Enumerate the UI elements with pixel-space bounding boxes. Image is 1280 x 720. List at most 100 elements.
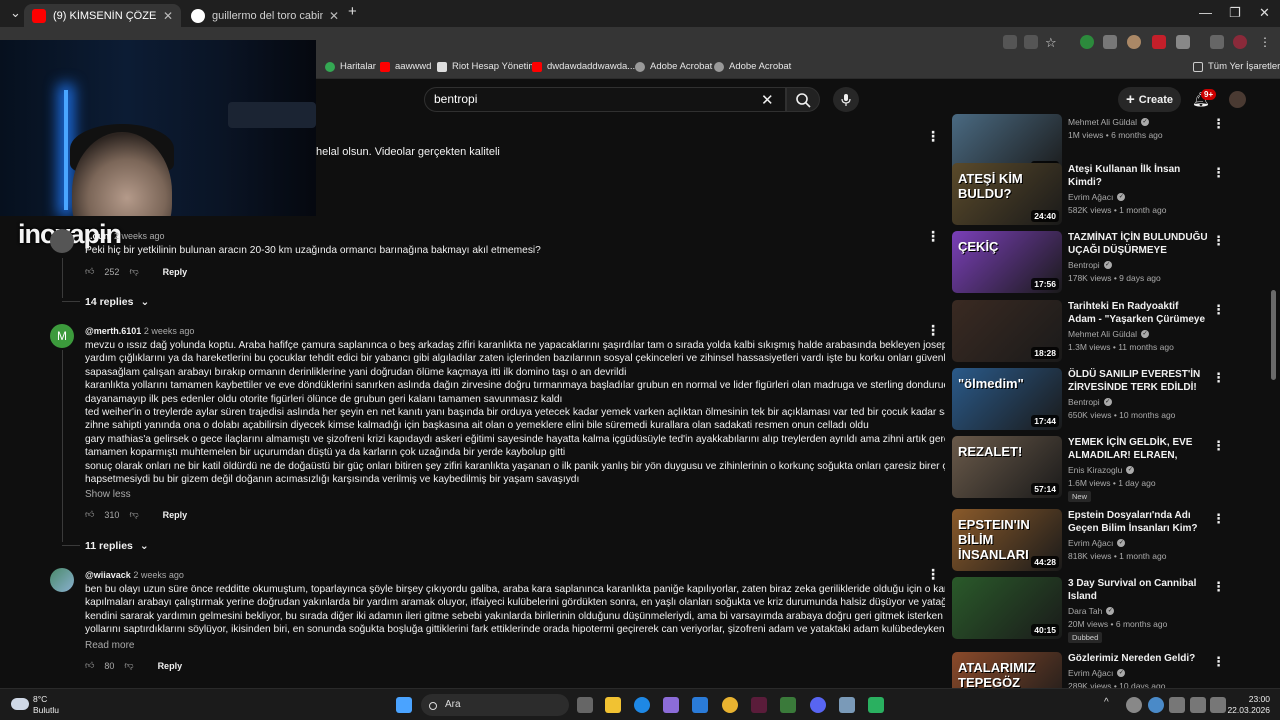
media-control-icon[interactable] <box>1210 35 1224 49</box>
translate-icon[interactable] <box>1003 35 1017 49</box>
recommended-video[interactable]: ÇEKİÇ 17:56 TAZMİNAT İÇİN BULUNDUĞU UÇAĞI … <box>950 231 1270 293</box>
create-button[interactable]: + Create <box>1118 87 1181 112</box>
bookmark-adobe-2[interactable]: Adobe Acrobat <box>714 61 791 72</box>
reply-button[interactable]: Reply <box>158 661 183 671</box>
video-options-icon[interactable]: ⋮ <box>1212 302 1225 318</box>
bookmark-haritalar[interactable]: Haritalar <box>325 61 376 72</box>
avatar[interactable] <box>50 568 74 592</box>
dislike-icon[interactable]: 👎︎ <box>129 509 138 520</box>
maximize-icon[interactable]: ❐ <box>1229 5 1241 21</box>
avatar[interactable] <box>50 229 74 253</box>
comment-author[interactable]: @wiiavack <box>85 570 131 580</box>
video-options-icon[interactable]: ⋮ <box>1212 511 1225 527</box>
video-options-icon[interactable]: ⋮ <box>1212 579 1225 595</box>
video-title[interactable]: Tarihteki En Radyoaktif Adam - "Yaşarken… <box>1068 300 1208 326</box>
comment-options-icon[interactable]: ⋮ <box>926 322 940 339</box>
comment-options-icon[interactable]: ⋮ <box>926 128 940 145</box>
video-thumbnail[interactable]: ATALARIMIZ TEPEGÖZ <box>952 652 1062 688</box>
browser-menu-icon[interactable]: ⋮ <box>1259 35 1273 49</box>
replies-toggle-second[interactable]: 11 replies ⌄ <box>85 540 149 552</box>
avatar[interactable]: M <box>50 324 74 348</box>
whatsapp-icon[interactable] <box>868 697 884 713</box>
comment-time[interactable]: 2 weeks ago <box>114 231 165 241</box>
tab-google-search[interactable]: guillermo del toro cabinet of cu ✕ <box>183 4 347 27</box>
edge-icon[interactable] <box>634 697 650 713</box>
comment-author[interactable]: @merth.6101 <box>85 326 141 336</box>
extension-2-icon[interactable] <box>1103 35 1117 49</box>
new-tab-button[interactable]: + <box>348 3 357 20</box>
bookmark-star-icon[interactable]: ☆ <box>1045 35 1059 50</box>
reply-button[interactable]: Reply <box>163 510 188 520</box>
clear-search-icon[interactable]: ✕ <box>761 91 774 109</box>
bookmark-riot[interactable]: Riot Hesap Yönetimi <box>437 61 538 72</box>
recommended-video[interactable]: 40:15 3 Day Survival on Cannibal Island Da… <box>950 577 1270 643</box>
microphone-icon[interactable] <box>1169 697 1185 713</box>
app-icon[interactable] <box>839 697 855 713</box>
store-icon[interactable] <box>663 697 679 713</box>
comment-options-icon[interactable]: ⋮ <box>926 228 940 245</box>
video-options-icon[interactable]: ⋮ <box>1212 438 1225 454</box>
channel-name[interactable]: Mehmet Ali Güldal ✓ <box>1068 117 1208 127</box>
bookmark-dwdaw[interactable]: dwdawdaddwawda... <box>532 61 635 72</box>
comment-options-icon[interactable]: ⋮ <box>926 566 940 583</box>
tab-search-chevron-icon[interactable]: ⌄ <box>10 5 21 21</box>
windows-start-icon[interactable] <box>396 697 412 713</box>
search-button[interactable] <box>786 87 820 112</box>
profile-icon[interactable] <box>1233 35 1247 49</box>
cloud-weather-icon[interactable] <box>11 698 29 710</box>
channel-name[interactable]: Bentropi ✓ <box>1068 260 1208 270</box>
account-avatar[interactable] <box>1229 91 1246 108</box>
recommended-video[interactable]: 18:28 Tarihteki En Radyoaktif Adam - "Yaş… <box>950 300 1270 362</box>
comment-time[interactable]: 2 weeks ago <box>144 326 195 336</box>
weather-widget[interactable]: 8°C Bulutlu <box>33 694 59 716</box>
cast-icon[interactable] <box>1024 35 1038 49</box>
bookmark-aawwwd[interactable]: aawwwd <box>380 61 431 72</box>
network-icon[interactable] <box>1190 697 1206 713</box>
video-thumbnail[interactable]: EPSTEIN'IN BİLİM İNSANLARI 44:28 <box>952 509 1062 571</box>
extension-1-icon[interactable] <box>1080 35 1094 49</box>
extension-3-icon[interactable] <box>1127 35 1141 49</box>
dislike-icon[interactable]: 👎︎ <box>124 660 133 671</box>
video-options-icon[interactable]: ⋮ <box>1212 116 1225 132</box>
chrome-icon[interactable] <box>722 697 738 713</box>
like-icon[interactable]: 👍︎ <box>85 509 94 520</box>
search-input[interactable]: bentropi <box>424 87 786 112</box>
extensions-puzzle-icon[interactable] <box>1176 35 1190 49</box>
video-options-icon[interactable]: ⋮ <box>1212 165 1225 181</box>
tray-chevron-icon[interactable]: ^ <box>1104 697 1120 713</box>
like-icon[interactable]: 👍︎ <box>85 266 94 277</box>
video-thumbnail[interactable]: 40:15 <box>952 577 1062 639</box>
taskbar-search[interactable]: Ara <box>421 694 569 716</box>
comment-author[interactable]: ...ouni <box>85 231 112 241</box>
voice-search-button[interactable] <box>833 87 859 112</box>
task-view-icon[interactable] <box>577 697 593 713</box>
channel-name[interactable]: Evrim Ağacı ✓ <box>1068 192 1208 202</box>
recommended-video[interactable]: ATALARIMIZ TEPEGÖZ Gözlerimiz Nereden Gel… <box>950 652 1270 688</box>
video-thumbnail[interactable]: ÇEKİÇ 17:56 <box>952 231 1062 293</box>
close-window-icon[interactable]: ✕ <box>1259 5 1270 21</box>
recommended-video[interactable]: "ölmedim" 17:44 ÖLDÜ SANILIP EVEREST'İN Zİ… <box>950 368 1270 430</box>
video-title[interactable]: Epstein Dosyaları'nda Adı Geçen Bilim İn… <box>1068 509 1208 535</box>
volume-icon[interactable] <box>1210 697 1226 713</box>
reply-button[interactable]: Reply <box>163 267 188 277</box>
video-thumbnail[interactable]: REZALET! 57:14 <box>952 436 1062 498</box>
tab-close-icon[interactable]: ✕ <box>329 9 339 23</box>
extension-4-icon[interactable] <box>1152 35 1166 49</box>
video-options-icon[interactable]: ⋮ <box>1212 654 1225 670</box>
video-title[interactable]: 3 Day Survival on Cannibal Island <box>1068 577 1208 603</box>
video-options-icon[interactable]: ⋮ <box>1212 370 1225 386</box>
video-thumbnail[interactable]: 18:28 <box>952 300 1062 362</box>
like-icon[interactable]: 👍︎ <box>85 660 94 671</box>
discord-icon[interactable] <box>810 697 826 713</box>
channel-name[interactable]: Bentropi ✓ <box>1068 397 1208 407</box>
video-title[interactable]: Ateşi Kullanan İlk İnsan Kimdi? <box>1068 163 1208 189</box>
page-scrollbar[interactable] <box>1271 290 1276 380</box>
video-title[interactable]: TAZMİNAT İÇİN BULUNDUĞU UÇAĞI DÜŞÜRMEYE … <box>1068 231 1208 257</box>
channel-name[interactable]: Dara Tah ✓ <box>1068 606 1208 616</box>
dislike-icon[interactable]: 👎︎ <box>129 266 138 277</box>
replies-toggle-first[interactable]: 14 replies ⌄ <box>85 296 149 308</box>
tab-close-icon[interactable]: ✕ <box>163 9 173 23</box>
video-thumbnail[interactable]: "ölmedim" 17:44 <box>952 368 1062 430</box>
comment-time[interactable]: 2 weeks ago <box>133 570 184 580</box>
video-title[interactable]: Gözlerimiz Nereden Geldi? <box>1068 652 1208 665</box>
